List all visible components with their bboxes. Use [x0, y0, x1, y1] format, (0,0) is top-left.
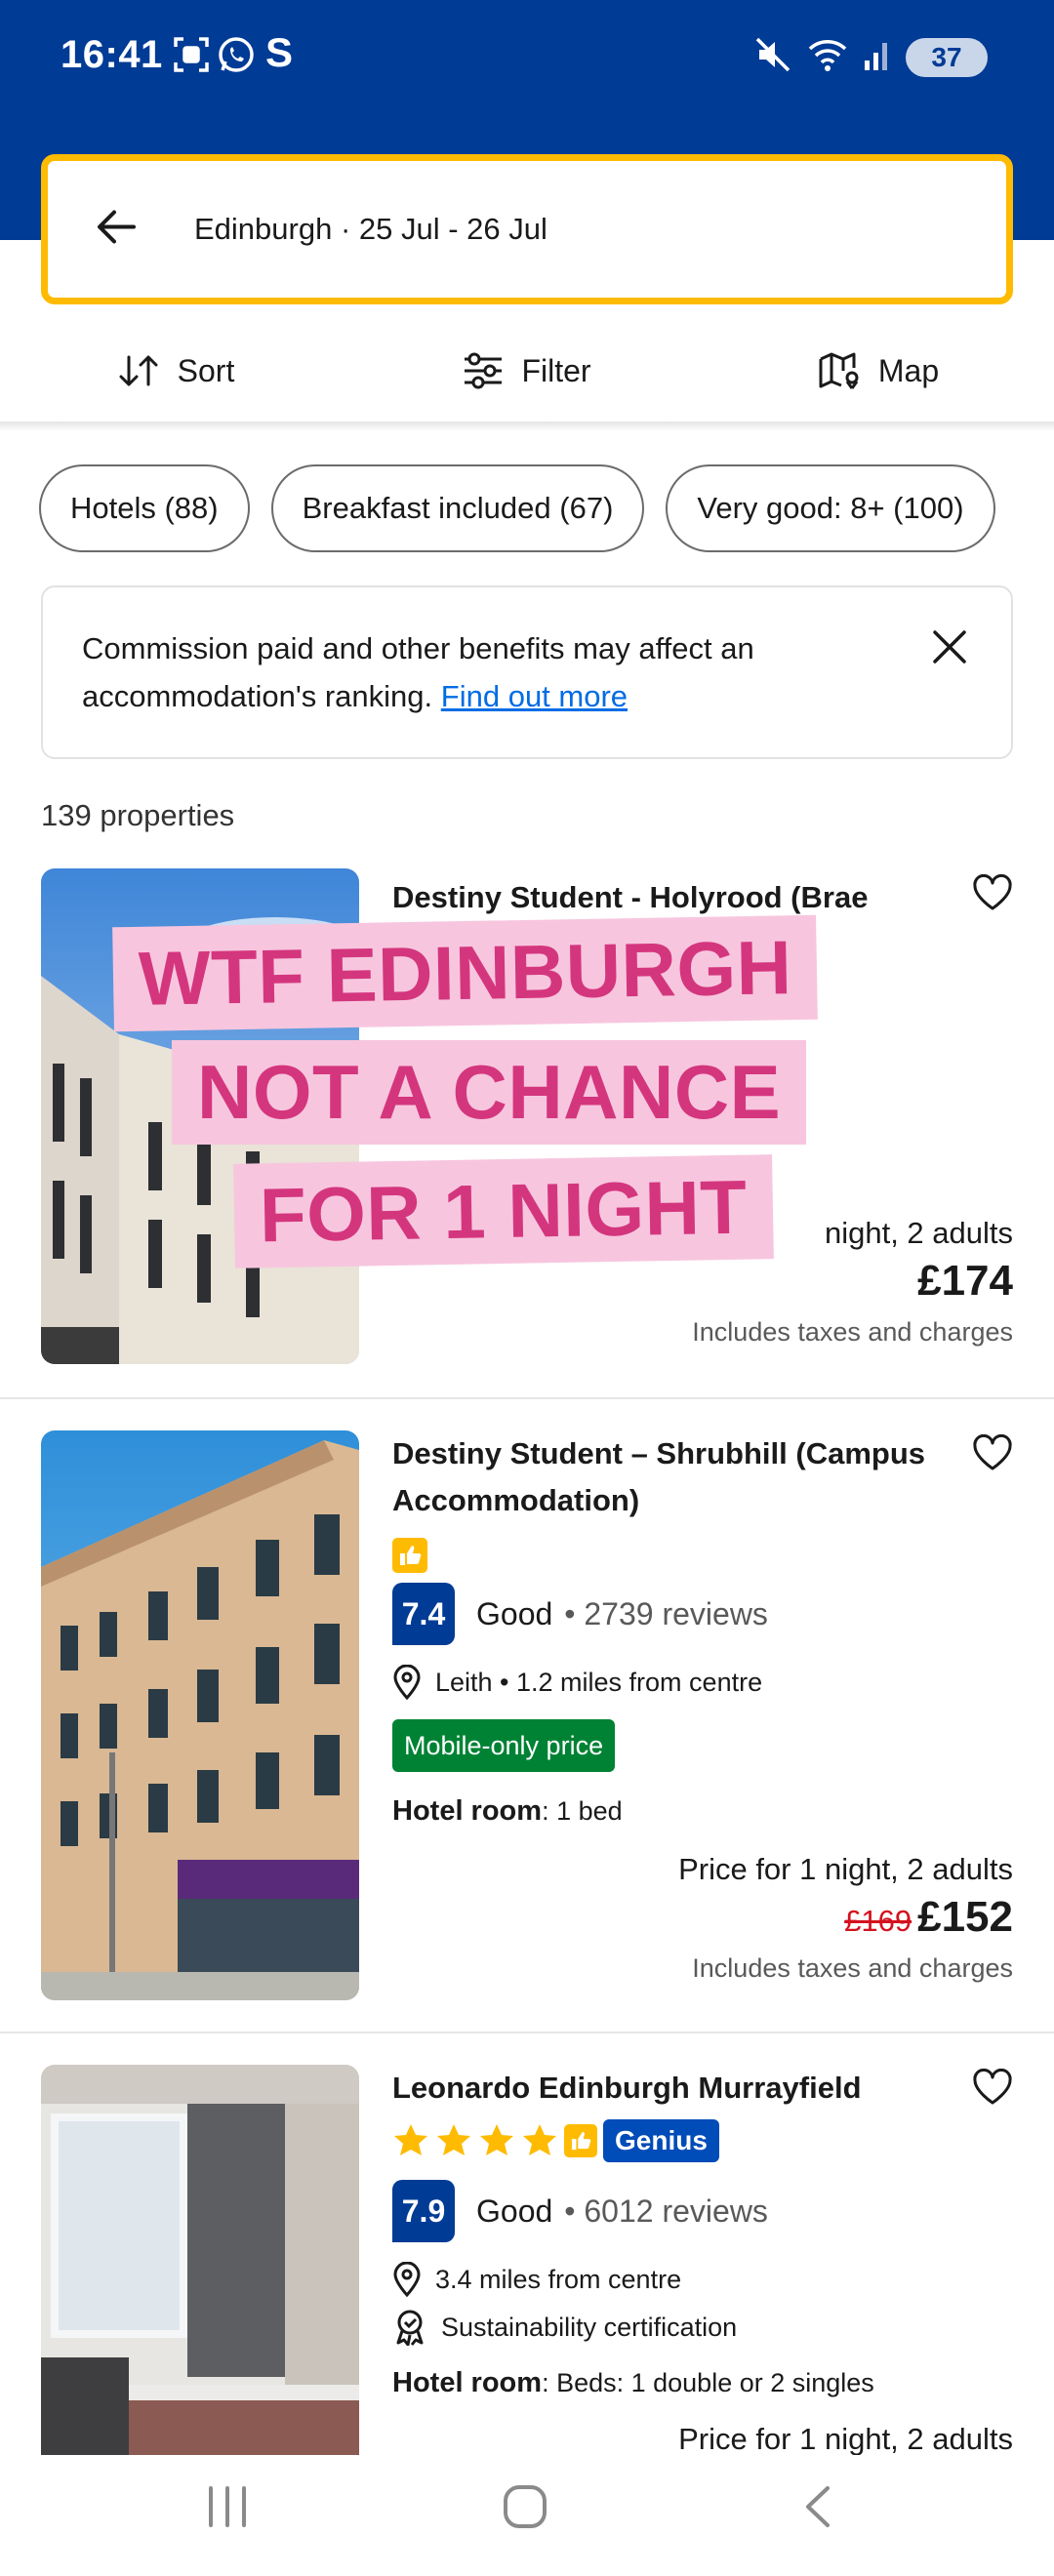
- location-text: 3.4 miles from centre: [435, 2264, 682, 2294]
- rating-word: Good: [476, 1595, 553, 1631]
- location-text: Leith • 1.2 miles from centre: [435, 1667, 763, 1697]
- star-icon: [437, 2124, 470, 2155]
- map-label: Map: [877, 352, 940, 388]
- filter-label: Filter: [521, 352, 591, 388]
- notice-text: Commission paid and other benefits may a…: [82, 631, 754, 713]
- star-icon: [523, 2124, 556, 2155]
- sort-label: Sort: [177, 352, 235, 388]
- review-count[interactable]: • 6012 reviews: [564, 2194, 768, 2230]
- recent-apps-icon[interactable]: [203, 2484, 252, 2534]
- results-toolbar: Sort Filter Map: [0, 322, 1054, 420]
- card-divider: [0, 1397, 1054, 1399]
- home-icon[interactable]: [502, 2484, 548, 2534]
- location-pin-icon: [393, 1665, 421, 1700]
- overlay-sticker-line-2: NOT A CHANCE: [172, 1040, 807, 1145]
- overlay-sticker-line-3: FOR 1 NIGHT: [233, 1154, 774, 1268]
- property-card-2[interactable]: Destiny Student – Shrubhill (Campus Acco…: [0, 1430, 1054, 2035]
- status-time: 16:41: [61, 33, 163, 76]
- original-price: £169: [844, 1904, 912, 1938]
- room-detail: : 1 bed: [542, 1796, 623, 1826]
- property-card-3[interactable]: Leonardo Edinburgh Murrayfield Genius 7.…: [0, 2065, 1054, 2456]
- thumbs-up-icon: [564, 2124, 597, 2157]
- property-photo[interactable]: [41, 1430, 359, 2000]
- mute-icon: [753, 35, 792, 79]
- find-out-more-link[interactable]: Find out more: [441, 679, 628, 713]
- discounted-price: £152: [917, 1893, 1013, 1941]
- chip-very-good[interactable]: Very good: 8+ (100): [666, 464, 995, 552]
- taxes-note: Includes taxes and charges: [692, 1953, 1013, 1983]
- favorite-heart-icon[interactable]: [972, 873, 1013, 916]
- property-name[interactable]: Leonardo Edinburgh Murrayfield: [392, 2065, 939, 2112]
- chip-hotels[interactable]: Hotels (88): [39, 464, 250, 552]
- signal-icon: [863, 37, 892, 77]
- review-score: 7.4: [392, 1583, 455, 1645]
- system-nav-bar: [0, 2455, 1054, 2576]
- wifi-icon: [806, 35, 849, 79]
- room-type: Hotel room: [392, 2367, 543, 2398]
- room-type: Hotel room: [392, 1795, 543, 1827]
- price-for: Price for 1 night, 2 adults: [678, 2422, 1013, 2456]
- thumbs-up-icon: [392, 1538, 427, 1573]
- sort-button[interactable]: Sort: [0, 322, 351, 420]
- star-icon: [394, 2124, 427, 2155]
- sustainability-certificate-icon: [396, 2310, 424, 2346]
- mobile-only-price-badge: Mobile-only price: [392, 1719, 616, 1772]
- back-icon[interactable]: [798, 2484, 837, 2534]
- room-detail: : Beds: 1 double or 2 singles: [542, 2368, 874, 2397]
- toolbar-divider: [0, 422, 1054, 431]
- taxes-note: Includes taxes and charges: [692, 1317, 1013, 1347]
- chip-breakfast-included[interactable]: Breakfast included (67): [270, 464, 645, 552]
- price-for: night, 2 adults: [824, 1216, 1013, 1250]
- filter-icon: [465, 352, 503, 389]
- favorite-heart-icon[interactable]: [972, 1433, 1013, 1476]
- rating-word: Good: [476, 2193, 553, 2229]
- review-count[interactable]: • 2739 reviews: [564, 1596, 768, 1632]
- property-name[interactable]: Destiny Student - Holyrood (Brae: [392, 874, 939, 921]
- filter-chips: Hotels (88) Breakfast included (67) Very…: [39, 464, 995, 552]
- back-arrow-icon[interactable]: [95, 208, 138, 252]
- overlay-sticker-line-1: WTF EDINBURGH: [112, 914, 819, 1032]
- map-icon: [819, 352, 859, 389]
- star-icon: [480, 2124, 513, 2155]
- search-query[interactable]: Edinburgh · 25 Jul - 26 Jul: [194, 212, 547, 247]
- price: £174: [917, 1257, 1013, 1305]
- battery-icon: 37: [906, 37, 988, 77]
- map-button[interactable]: Map: [703, 322, 1054, 420]
- screenshot-icon: [172, 35, 211, 79]
- samsung-app-icon: S: [265, 29, 294, 75]
- certification-text: Sustainability certification: [441, 2312, 738, 2342]
- card-divider: [0, 2032, 1054, 2033]
- search-bar[interactable]: Edinburgh · 25 Jul - 26 Jul: [41, 154, 1013, 304]
- price-for: Price for 1 night, 2 adults: [678, 1852, 1013, 1886]
- price: £169 £152: [844, 1893, 1013, 1942]
- results-count: 139 properties: [41, 798, 235, 832]
- whatsapp-icon: [217, 35, 256, 79]
- ranking-notice: Commission paid and other benefits may a…: [41, 585, 1013, 759]
- sort-icon: [119, 355, 158, 386]
- status-bar: 16:41 S 37: [0, 0, 1054, 117]
- review-score: 7.9: [392, 2180, 455, 2242]
- genius-badge: Genius: [603, 2119, 719, 2162]
- property-photo[interactable]: [41, 2065, 359, 2455]
- location-pin-icon: [393, 2262, 421, 2297]
- favorite-heart-icon[interactable]: [972, 2068, 1013, 2111]
- property-name[interactable]: Destiny Student – Shrubhill (Campus Acco…: [392, 1430, 939, 1524]
- close-icon[interactable]: [931, 628, 968, 670]
- star-rating: Genius: [392, 2119, 719, 2162]
- filter-button[interactable]: Filter: [351, 322, 703, 420]
